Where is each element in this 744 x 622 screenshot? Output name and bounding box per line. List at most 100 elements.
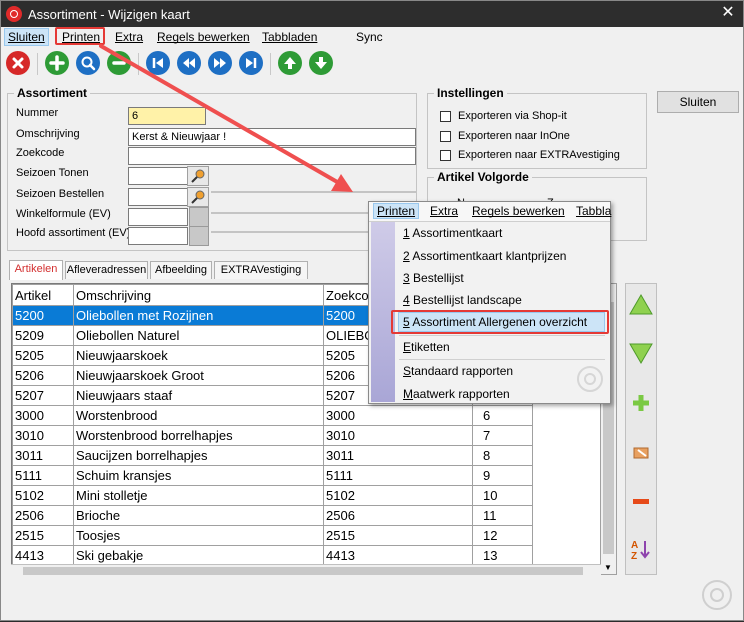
tab-afbeelding[interactable]: Afbeelding — [150, 261, 212, 279]
move-up-icon[interactable] — [628, 292, 654, 318]
cell-volgorde: 8 — [472, 445, 533, 466]
menu-regels-bewerken[interactable]: Regels bewerken — [154, 29, 253, 45]
toolbar — [1, 49, 743, 79]
menuitem-bestellijst-landscape[interactable]: 4 Bestellijst landscape — [403, 293, 522, 307]
cell-omschrijving: Ski gebakje — [73, 545, 324, 566]
tab-extravestiging[interactable]: EXTRAVestiging — [214, 261, 308, 279]
seizoen-tonen-search-icon[interactable] — [187, 166, 209, 186]
cell-omschrijving: Oliebollen met Rozijnen — [73, 305, 324, 326]
close-x-icon[interactable] — [6, 51, 30, 75]
shopit-checkbox[interactable] — [440, 111, 451, 122]
table-row[interactable]: 3000 Worstenbrood 3000 6 — [12, 405, 533, 426]
menuitem-bestellijst[interactable]: 3 Bestellijst — [403, 271, 464, 285]
menuitem-assortimentkaart[interactable]: 1 Assortimentkaart — [403, 226, 502, 240]
menu-sluiten[interactable]: Sluiten — [4, 28, 49, 46]
table-row[interactable]: 5111 Schuim kransjes 5111 9 — [12, 465, 533, 486]
cell-zoekcode: 3010 — [323, 425, 473, 446]
zoekcode-field[interactable] — [128, 147, 416, 165]
delete-row-icon[interactable] — [628, 488, 654, 514]
cell-volgorde: 10 — [472, 485, 533, 506]
cell-zoekcode: 2515 — [323, 525, 473, 546]
cell-volgorde: 7 — [472, 425, 533, 446]
minus-icon[interactable] — [107, 51, 131, 75]
seizoen-tonen-label: Seizoen Tonen — [16, 167, 89, 179]
menu-tabbladen[interactable]: Tabbladen — [259, 29, 320, 45]
table-row[interactable]: 3011 Saucijzen borrelhapjes 3011 8 — [12, 445, 533, 466]
tab-afleveradressen[interactable]: Afleveradressen — [65, 261, 148, 279]
edit-row-icon[interactable] — [628, 440, 654, 466]
table-row[interactable]: 4413 Ski gebakje 4413 13 — [12, 545, 533, 566]
menuitem-assortimentkaart-klantprijzen[interactable]: 2 Assortimentkaart klantprijzen — [403, 249, 566, 263]
add-row-icon[interactable] — [628, 390, 654, 416]
inone-checkbox[interactable] — [440, 131, 451, 142]
add-icon[interactable] — [45, 51, 69, 75]
cell-omschrijving: Brioche — [73, 505, 324, 526]
popup-menu-printen[interactable]: Printen — [373, 203, 420, 219]
popup-menu-tabbladen[interactable]: Tabbla — [576, 204, 611, 218]
header-artikel[interactable]: Artikel — [12, 284, 74, 306]
window-close-button[interactable]: ✕ — [719, 4, 737, 22]
cell-zoekcode: 2506 — [323, 505, 473, 526]
cell-artikel: 3011 — [12, 445, 74, 466]
menu-bar: Sluiten Printen Extra Regels bewerken Ta… — [1, 27, 743, 47]
cell-artikel: 3010 — [12, 425, 74, 446]
seizoen-tonen-field[interactable] — [128, 167, 188, 185]
table-row[interactable]: 5102 Mini stolletje 5102 10 — [12, 485, 533, 506]
table-horizontal-scrollbar[interactable] — [11, 564, 601, 577]
shopit-label: Exporteren via Shop-it — [458, 110, 567, 122]
svg-text:Z: Z — [631, 551, 637, 562]
cell-omschrijving: Toosjes — [73, 525, 324, 546]
down-icon[interactable] — [309, 51, 333, 75]
app-window: Assortiment - Wijzigen kaart ✕ Sluiten P… — [0, 0, 744, 621]
prev-icon[interactable] — [177, 51, 201, 75]
winkelformule-field[interactable] — [128, 208, 188, 226]
seizoen-bestellen-field[interactable] — [128, 188, 188, 206]
popup-menu-extra[interactable]: Extra — [430, 204, 458, 218]
cell-volgorde: 13 — [472, 545, 533, 566]
last-icon[interactable] — [239, 51, 263, 75]
omschrijving-field[interactable]: Kerst & Nieuwjaar ! — [128, 128, 416, 146]
nummer-label: Nummer — [16, 107, 59, 119]
cell-artikel: 5102 — [12, 485, 74, 506]
seizoen-bestellen-search-icon[interactable] — [187, 187, 209, 207]
cell-omschrijving: Mini stolletje — [73, 485, 324, 506]
menuitem-etiketten[interactable]: Etiketten — [403, 340, 450, 354]
popup-menu-bar: Printen Extra Regels bewerken Tabbla — [369, 202, 611, 222]
menu-sync[interactable]: Sync — [353, 29, 386, 45]
header-omschrijving[interactable]: Omschrijving — [73, 284, 324, 306]
hoofd-assortiment-lookup-button[interactable] — [189, 226, 209, 246]
inone-label: Exporteren naar InOne — [458, 130, 570, 142]
extravestiging-checkbox[interactable] — [440, 150, 451, 161]
cell-volgorde: 9 — [472, 465, 533, 486]
move-down-icon[interactable] — [628, 340, 654, 366]
cell-omschrijving: Worstenbrood — [73, 405, 324, 426]
title-bar: Assortiment - Wijzigen kaart ✕ — [1, 1, 743, 27]
table-row[interactable]: 3010 Worstenbrood borrelhapjes 3010 7 — [12, 425, 533, 446]
nummer-field[interactable]: 6 — [128, 107, 206, 125]
extravestiging-label: Exporteren naar EXTRAvestiging — [458, 149, 620, 161]
search-icon[interactable] — [76, 51, 100, 75]
up-icon[interactable] — [278, 51, 302, 75]
menuitem-maatwerk-rapporten[interactable]: Maatwerk rapporten — [403, 387, 510, 401]
popup-watermark-icon — [577, 366, 603, 392]
printen-highlight-box — [55, 27, 105, 45]
printen-dropdown-menu: Printen Extra Regels bewerken Tabbla 1 A… — [368, 201, 611, 404]
next-icon[interactable] — [208, 51, 232, 75]
first-icon[interactable] — [146, 51, 170, 75]
sluiten-button[interactable]: Sluiten — [657, 91, 739, 113]
sort-az-icon[interactable]: AZ — [628, 536, 654, 562]
cell-volgorde: 12 — [472, 525, 533, 546]
table-row[interactable]: 2515 Toosjes 2515 12 — [12, 525, 533, 546]
cell-zoekcode: 3000 — [323, 405, 473, 426]
popup-menu-regels-bewerken[interactable]: Regels bewerken — [472, 204, 565, 218]
tab-artikelen[interactable]: Artikelen — [9, 260, 63, 280]
menuitem-standaard-rapporten[interactable]: Standaard rapporten — [403, 364, 513, 378]
cell-omschrijving: Worstenbrood borrelhapjes — [73, 425, 324, 446]
hoofd-assortiment-field[interactable] — [128, 227, 188, 245]
cell-artikel: 2515 — [12, 525, 74, 546]
svg-text:A: A — [631, 540, 638, 551]
cell-omschrijving: Nieuwjaarskoek — [73, 345, 324, 366]
table-row[interactable]: 2506 Brioche 2506 11 — [12, 505, 533, 526]
winkelformule-lookup-button[interactable] — [189, 207, 209, 227]
menu-extra[interactable]: Extra — [112, 29, 146, 45]
